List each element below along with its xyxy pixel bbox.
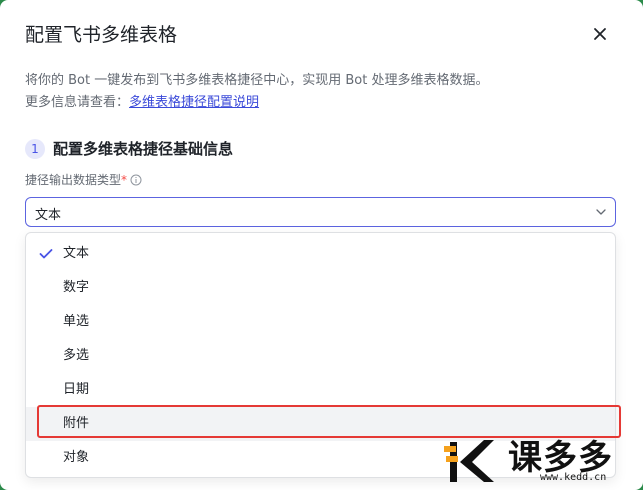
option-label: 文本 [63,246,90,261]
check-icon [39,249,53,259]
kedd-logo-icon [444,440,494,482]
watermark-url: www.kedd.cn [540,472,607,483]
option-multi-select[interactable]: 多选 [26,339,615,373]
dialog-title: 配置飞书多维表格 [25,24,178,46]
step-number-badge: 1 [25,139,45,159]
option-single-select[interactable]: 单选 [26,305,615,339]
chevron-down-icon [596,209,606,215]
docs-link[interactable]: 多维表格捷径配置说明 [129,95,259,110]
option-label: 多选 [63,348,90,363]
select-value: 文本 [35,208,62,223]
field-label-text: 捷径输出数据类型 [25,173,122,187]
option-number[interactable]: 数字 [26,271,615,305]
option-label: 对象 [63,450,90,465]
required-mark: * [121,173,128,187]
option-label: 数字 [63,280,90,295]
description-line-1: 将你的 Bot 一键发布到飞书多维表格捷径中心，实现用 Bot 处理多维表格数据… [25,73,489,88]
close-icon[interactable] [588,22,612,46]
description-line-2: 更多信息请查看：多维表格捷径配置说明 [25,92,488,114]
description-prefix: 更多信息请查看： [25,95,130,110]
output-type-select[interactable]: 文本 [25,197,616,227]
dialog: 配置飞书多维表格 将你的 Bot 一键发布到飞书多维表格捷径中心，实现用 Bot… [0,0,643,490]
info-icon[interactable] [130,174,142,186]
option-label: 单选 [63,314,90,329]
option-text[interactable]: 文本 [26,237,615,271]
field-label: 捷径输出数据类型* [25,171,142,188]
section-title: 配置多维表格捷径基础信息 [53,140,234,158]
dialog-description: 将你的 Bot 一键发布到飞书多维表格捷径中心，实现用 Bot 处理多维表格数据… [25,70,488,114]
option-label: 日期 [63,382,90,397]
option-date[interactable]: 日期 [26,373,615,407]
